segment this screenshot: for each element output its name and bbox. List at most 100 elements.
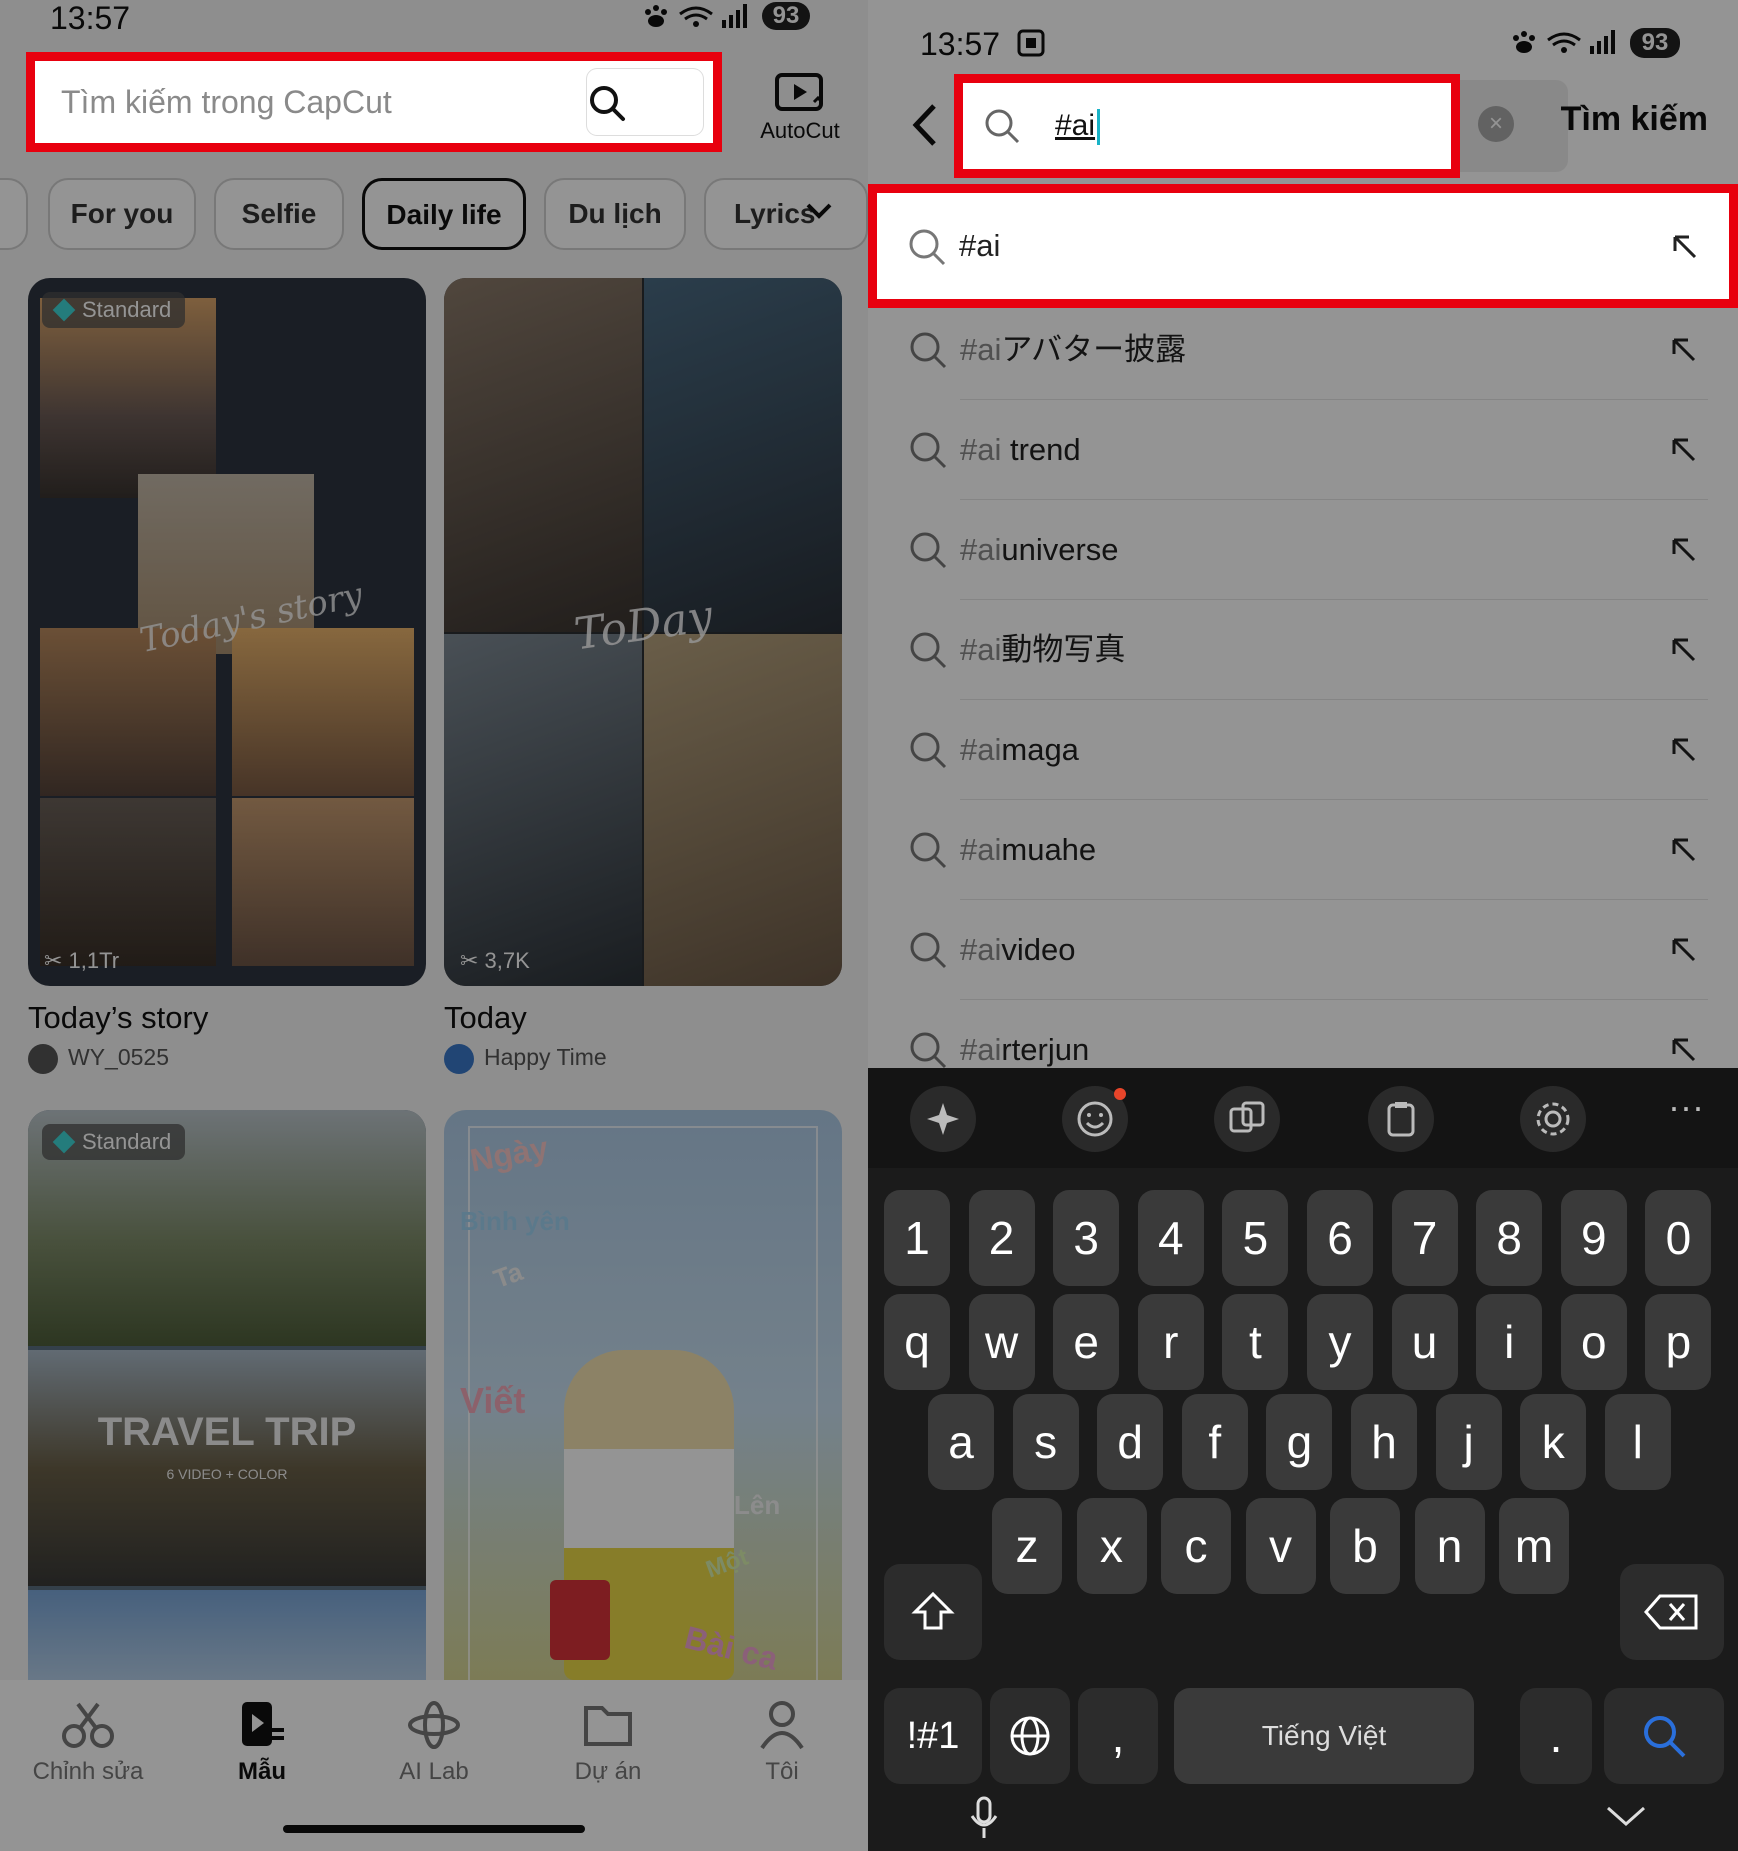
key-b[interactable]: b [1330,1498,1400,1594]
chip-partial[interactable] [0,178,28,250]
suggestion-prefix[interactable]: #ai [960,932,1001,967]
ai-sparkle-button[interactable] [910,1086,976,1152]
template-card[interactable]: ToDay ✂ 3,7K [444,278,842,986]
key-4[interactable]: 4 [1137,1190,1204,1286]
template-card[interactable]: Today's story Standard ✂ 1,1Tr [28,278,426,986]
suggestion-suffix[interactable]: universe [1001,532,1118,567]
suggestion-suffix[interactable]: アバター披露 [1001,332,1186,367]
key-x[interactable]: x [1076,1498,1147,1594]
suggestion-suffix[interactable]: rterjun [1001,1032,1089,1067]
settings-button[interactable] [1520,1086,1586,1152]
suggestion-prefix[interactable]: #ai [960,632,1001,667]
period-key[interactable]: . [1520,1688,1592,1784]
key-i[interactable]: i [1476,1294,1543,1390]
suggestion-text[interactable]: #aiuniverse [960,500,1119,600]
search-query[interactable]: #ai [1055,83,1101,169]
key-l[interactable]: l [1604,1394,1671,1490]
key-t[interactable]: t [1222,1294,1289,1390]
chip-daily-life[interactable]: Daily life [362,178,526,250]
back-button[interactable] [906,100,942,155]
chip-du-lich[interactable]: Du lịch [544,178,686,250]
key-u[interactable]: u [1391,1294,1458,1390]
key-3[interactable]: 3 [1053,1190,1120,1286]
key-q[interactable]: q [884,1294,950,1390]
suggestion-text[interactable]: #aimuahe [960,800,1096,900]
key-7[interactable]: 7 [1391,1190,1458,1286]
language-key[interactable] [990,1688,1070,1784]
search-input[interactable]: #ai [954,74,1460,178]
suggestion-text[interactable]: #aimaga [960,700,1079,800]
translate-button[interactable] [1214,1086,1280,1152]
key-e[interactable]: e [1053,1294,1120,1390]
suggestion-item[interactable]: #aimaga [908,700,1708,800]
chip-selfie[interactable]: Selfie [214,178,344,250]
template-card[interactable]: Ngày Bình yên Ta Viết Lên Một Bài ca [444,1110,842,1710]
search-submit-button[interactable]: Tìm kiếm [1561,100,1708,139]
suggestion-prefix[interactable]: #ai [960,832,1001,867]
suggestion-prefix[interactable]: #ai [960,332,1001,367]
key-r[interactable]: r [1137,1294,1204,1390]
autocut-button[interactable]: AutoCut [748,72,852,144]
key-p[interactable]: p [1645,1294,1712,1390]
suggestion-item[interactable]: #aivideo [908,900,1708,1000]
clear-button[interactable]: × [1478,106,1514,142]
suggestion-text[interactable]: #ai [959,193,1000,299]
card-title[interactable]: Today [444,1000,527,1036]
key-d[interactable]: d [1097,1394,1164,1490]
key-9[interactable]: 9 [1560,1190,1627,1286]
nav-label[interactable]: Dự án [575,1758,642,1785]
key-a[interactable]: a [928,1394,994,1490]
key-f[interactable]: f [1181,1394,1248,1490]
suggestion-item[interactable]: #ai trend [908,400,1708,500]
suggestion-prefix[interactable]: #ai [960,1032,1001,1067]
clipboard-button[interactable] [1368,1086,1434,1152]
nav-label[interactable]: Chỉnh sửa [33,1758,144,1785]
card-title[interactable]: Today’s story [28,1000,208,1036]
nav-label[interactable]: Tôi [765,1758,798,1785]
search-query-text[interactable]: #ai [1055,109,1095,142]
nav-item-templates[interactable]: Mẫu [192,1700,332,1786]
key-o[interactable]: o [1560,1294,1627,1390]
emoji-button[interactable] [1062,1086,1128,1152]
key-2[interactable]: 2 [968,1190,1035,1286]
suggestion-suffix[interactable]: video [1001,932,1075,967]
search-bar[interactable]: Tìm kiếm trong CapCut [26,52,722,152]
nav-item-profile[interactable]: Tôi [712,1700,852,1786]
card-author-name[interactable]: Happy Time [484,1044,607,1070]
chip-for-you[interactable]: For you [48,178,196,250]
backspace-key[interactable] [1620,1564,1724,1660]
key-s[interactable]: s [1012,1394,1079,1490]
key-w[interactable]: w [968,1294,1035,1390]
chip-lyrics[interactable]: Lyrics [704,178,868,250]
key-c[interactable]: c [1161,1498,1231,1594]
suggestion-text[interactable]: #aiアバター披露 [960,300,1186,400]
hide-keyboard-icon[interactable] [1606,1804,1646,1833]
space-key[interactable]: Tiếng Việt [1174,1688,1474,1784]
microphone-icon[interactable] [968,1796,1000,1845]
suggestion-text[interactable]: #ai trend [960,400,1081,500]
nav-label[interactable]: AI Lab [399,1758,468,1785]
suggestion-suffix[interactable]: 動物写真 [1001,632,1125,667]
key-k[interactable]: k [1520,1394,1587,1490]
card-author-name[interactable]: WY_0525 [68,1044,169,1070]
comma-key[interactable]: , [1078,1688,1158,1784]
key-v[interactable]: v [1245,1498,1316,1594]
nav-item-ai-lab[interactable]: AI Lab [364,1700,504,1786]
key-g[interactable]: g [1266,1394,1333,1490]
suggestion-text[interactable]: #aivideo [960,900,1075,1000]
suggestion-text[interactable]: #ai動物写真 [960,600,1125,700]
more-options-icon[interactable]: ··· [1668,1089,1704,1125]
key-n[interactable]: n [1414,1498,1485,1594]
key-z[interactable]: z [992,1498,1062,1594]
search-button[interactable] [587,69,703,135]
chevron-down-icon[interactable] [804,196,834,231]
nav-item-projects[interactable]: Dự án [538,1700,678,1786]
shift-key[interactable] [884,1564,982,1660]
nav-item-edit[interactable]: Chỉnh sửa [18,1700,158,1786]
nav-label[interactable]: Mẫu [238,1758,286,1785]
key-6[interactable]: 6 [1307,1190,1373,1286]
search-placeholder[interactable]: Tìm kiếm trong CapCut [61,61,392,143]
card-author[interactable]: Happy Time [444,1044,607,1074]
suggestion-prefix[interactable]: #ai [960,532,1001,567]
key-1[interactable]: 1 [884,1190,950,1286]
